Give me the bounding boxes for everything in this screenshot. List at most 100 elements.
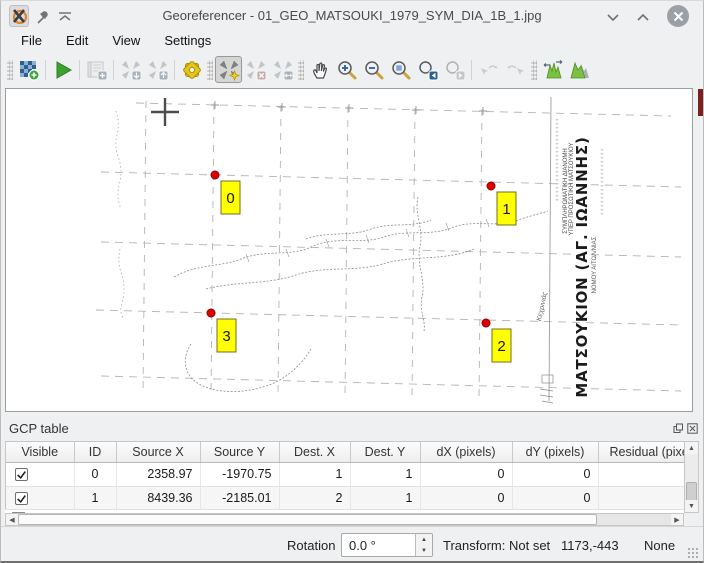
col-source-x[interactable]: Source X	[116, 442, 200, 462]
save-gcp-icon	[147, 59, 169, 81]
dest-y-cell[interactable]: 1	[350, 486, 420, 510]
source-y-cell: -2185.01	[200, 486, 279, 510]
resize-grip[interactable]	[687, 547, 699, 559]
horizontal-scroll-thumb[interactable]	[18, 514, 597, 525]
col-visible[interactable]: Visible	[6, 442, 74, 462]
zoom-last-button[interactable]	[414, 56, 441, 83]
delete-point-icon	[245, 59, 267, 81]
zoom-in-button[interactable]	[333, 56, 360, 83]
move-gcp-point-button[interactable]	[269, 56, 296, 83]
gcp-label-3: 3	[222, 328, 230, 345]
vertical-scroll-thumb[interactable]	[686, 482, 697, 502]
load-gcp-icon	[120, 59, 142, 81]
full-histogram-stretch-button[interactable]	[539, 56, 566, 83]
rotation-label: Rotation	[287, 538, 335, 553]
gcp-row-1[interactable]: 1 8439.36 -2185.01 2 1 0 0	[6, 486, 684, 510]
close-button[interactable]	[667, 5, 689, 27]
georeferencer-window: Georeferencer - 01_GEO_MATSOUKI_1979_SYM…	[0, 0, 704, 563]
rotation-spinbox[interactable]: 0.0 ° ▲ ▼	[341, 533, 433, 557]
link-georef-icon	[478, 59, 500, 81]
source-x-cell: 2358.97	[116, 462, 200, 486]
menu-file[interactable]: File	[9, 31, 54, 53]
minimize-icon[interactable]	[605, 10, 621, 26]
gcp-row-0[interactable]: 0 2358.97 -1970.75 1 1 0 0	[6, 462, 684, 486]
visible-checkbox-0[interactable]	[15, 468, 28, 481]
link-qgis-icon	[505, 59, 527, 81]
gcp-table-horizontal-scrollbar[interactable]: ◀ ▶	[5, 513, 684, 526]
col-dest-x[interactable]: Dest. X	[279, 442, 350, 462]
gcp-table-vertical-scrollbar[interactable]: ▲ ▼	[684, 441, 699, 513]
scroll-left-icon[interactable]: ◀	[6, 514, 18, 525]
close-icon	[673, 11, 684, 22]
local-histogram-stretch-button[interactable]	[566, 56, 593, 83]
menu-settings[interactable]: Settings	[152, 31, 223, 53]
gdal-script-icon	[86, 59, 108, 81]
col-dest-y[interactable]: Dest. Y	[350, 442, 420, 462]
check-icon	[16, 469, 27, 480]
panel-float-icon[interactable]	[673, 423, 684, 434]
visible-cell	[6, 486, 74, 510]
gcp-header-row: Visible ID Source X Source Y Dest. X Des…	[6, 442, 684, 462]
gcp-label-2: 2	[497, 338, 505, 355]
toolbar-drag-handle[interactable]	[7, 60, 13, 80]
gcp-label-0: 0	[226, 190, 234, 207]
local-histogram-icon	[569, 59, 591, 81]
col-id[interactable]: ID	[74, 442, 116, 462]
menu-edit[interactable]: Edit	[54, 31, 100, 53]
link-georeferencer-to-qgis-button[interactable]	[475, 56, 502, 83]
check-icon	[16, 493, 27, 504]
pan-button[interactable]	[306, 56, 333, 83]
col-dx[interactable]: dX (pixels)	[420, 442, 512, 462]
dx-cell: 0	[420, 486, 512, 510]
visible-checkbox-1[interactable]	[15, 492, 28, 505]
menu-view[interactable]: View	[100, 31, 152, 53]
map-canvas[interactable]: ΜΑΤΣΟΥΚΙΟΝ (ΑΓ. ΙΩΑΝΝΗΣ) ΥΠΕΡ ΠΡΟΣΩΤΙΚΗ …	[5, 88, 693, 412]
col-source-y[interactable]: Source Y	[200, 442, 279, 462]
zoom-next-icon	[444, 59, 466, 81]
dx-cell: 0	[420, 462, 512, 486]
toolbar-drag-handle[interactable]	[207, 60, 213, 80]
col-residual[interactable]: Residual (pixels)	[598, 442, 684, 462]
transformation-settings-button[interactable]	[178, 56, 205, 83]
dest-x-cell[interactable]: 1	[279, 462, 350, 486]
zoom-out-button[interactable]	[360, 56, 387, 83]
map-subtitle1-text: ΥΠΕΡ ΠΡΟΣΩΤΙΚΗ ΜΑΤΣΟΥΚΙΟΥ	[569, 143, 575, 236]
zoom-next-button[interactable]	[441, 56, 468, 83]
load-gcp-points-button[interactable]	[117, 56, 144, 83]
start-georeferencing-button[interactable]	[49, 56, 76, 83]
titlebar[interactable]: Georeferencer - 01_GEO_MATSOUKI_1979_SYM…	[1, 1, 703, 31]
toolbar-drag-handle[interactable]	[298, 60, 304, 80]
statusbar: Rotation 0.0 ° ▲ ▼ Transform: Not set 11…	[1, 526, 703, 562]
zoom-out-icon	[363, 59, 385, 81]
toolbar-drag-handle[interactable]	[531, 60, 537, 80]
pan-hand-icon	[309, 59, 331, 81]
scroll-right-icon[interactable]: ▶	[671, 514, 683, 525]
visible-cell	[6, 462, 74, 486]
maximize-icon[interactable]	[635, 10, 651, 26]
zoom-to-layer-button[interactable]	[387, 56, 414, 83]
panel-close-icon[interactable]	[687, 423, 698, 434]
gcp-label-1: 1	[502, 201, 510, 218]
spin-down-icon[interactable]: ▼	[416, 545, 432, 556]
delete-point-button[interactable]	[242, 56, 269, 83]
dest-x-cell[interactable]: 2	[279, 486, 350, 510]
gcp-marker-0: 0	[211, 171, 240, 214]
cursor-coordinates: 1173,-443	[561, 538, 619, 553]
gcp-table: Visible ID Source X Source Y Dest. X Des…	[5, 441, 684, 513]
menubar: File Edit View Settings	[1, 31, 703, 53]
scroll-up-icon[interactable]: ▲	[685, 442, 698, 454]
spin-up-icon[interactable]: ▲	[416, 534, 432, 545]
open-raster-icon	[18, 59, 40, 81]
save-gcp-points-button[interactable]	[144, 56, 171, 83]
move-point-icon	[272, 59, 294, 81]
dy-cell: 0	[512, 486, 598, 510]
dest-y-cell[interactable]: 1	[350, 462, 420, 486]
rotation-value[interactable]: 0.0 °	[349, 538, 376, 553]
col-dy[interactable]: dY (pixels)	[512, 442, 598, 462]
generate-gdal-script-button[interactable]	[83, 56, 110, 83]
add-point-button[interactable]	[215, 56, 242, 83]
scroll-down-icon[interactable]: ▼	[685, 500, 698, 512]
full-histogram-icon	[542, 59, 564, 81]
open-raster-button[interactable]	[15, 56, 42, 83]
link-qgis-to-georeferencer-button[interactable]	[502, 56, 529, 83]
